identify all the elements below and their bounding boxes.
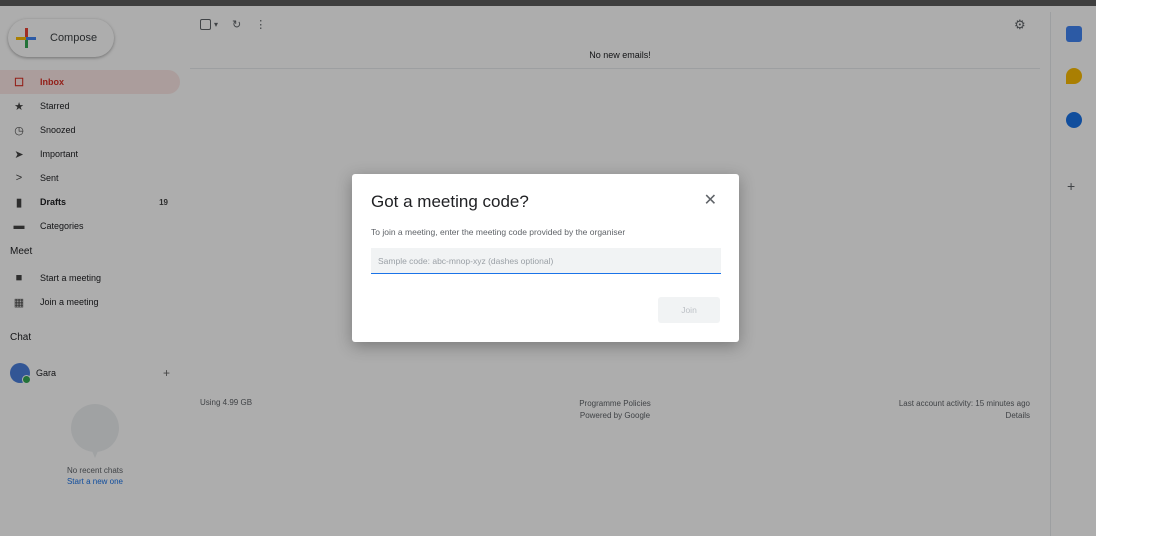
dialog-title: Got a meeting code? [371, 192, 529, 211]
meeting-code-dialog: Got a meeting code? ✕ To join a meeting,… [352, 174, 739, 342]
close-icon[interactable]: ✕ [704, 190, 717, 210]
app-window: Compose ☐ Inbox ★ Starred ◷ Snoozed ➤ Im… [0, 0, 1174, 536]
meeting-code-input[interactable] [371, 248, 721, 274]
join-button[interactable]: Join [658, 297, 720, 323]
dialog-description: To join a meeting, enter the meeting cod… [371, 227, 626, 237]
